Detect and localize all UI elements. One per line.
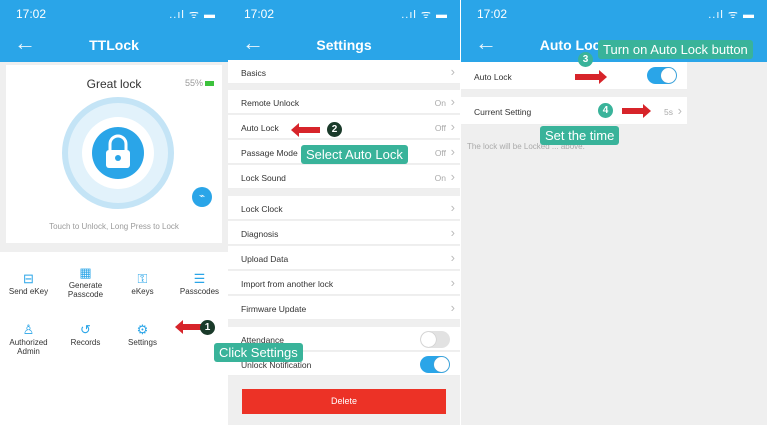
keys-icon: ⚿ [137, 271, 148, 286]
unlock-button[interactable] [62, 97, 174, 209]
auto-lock-row: Auto Lock [461, 62, 687, 90]
signal-battery-icons: ..ıl ᯤ ▬ [708, 9, 755, 21]
battery-indicator: 55% [185, 78, 214, 88]
settings-row-lock-sound[interactable]: Lock Sound On › [228, 165, 460, 189]
send-ekey-button[interactable]: ⊟ Send eKey [0, 271, 57, 296]
admin-icon: ♙ [22, 322, 35, 337]
set-time-label: Set the time [540, 126, 620, 145]
arrow-to-current-setting [622, 104, 651, 118]
chevron-right-icon: › [450, 225, 455, 240]
signal-battery-icons: ..ıl ᯤ ▬ [169, 9, 216, 21]
records-button[interactable]: ↺ Records [57, 322, 114, 347]
chevron-right-icon: › [450, 300, 455, 315]
page-title: TTLock [89, 37, 139, 53]
settings-row-diagnosis[interactable]: Diagnosis › [228, 221, 460, 245]
action-grid: ⊟ Send eKey ▦ Generate Passcode ⚿ eKeys ☰ Pa… [0, 252, 228, 425]
chevron-right-icon: › [450, 200, 455, 215]
delete-button[interactable]: Delete [242, 389, 446, 414]
status-bar: 17:02 ..ıl ᯤ ▬ [228, 0, 460, 27]
settings-row-lock-clock[interactable]: Lock Clock › [228, 196, 460, 220]
padlock-icon [92, 127, 144, 179]
select-auto-lock-label: Select Auto Lock [301, 145, 408, 164]
keypad-icon: ▦ [79, 265, 92, 280]
step-2-marker: 2 [327, 122, 342, 137]
chevron-right-icon: › [450, 94, 455, 109]
auto-lock-screen: 17:02 ..ıl ᯤ ▬ ← Auto Lock Auto Lock Cur… [461, 0, 767, 425]
authorized-admin-button[interactable]: ♙ Authorized Admin [0, 322, 57, 356]
turn-on-label: Turn on Auto Lock button [598, 40, 753, 59]
unlock-hint: Touch to Unlock, Long Press to Lock [49, 222, 179, 231]
generate-passcode-button[interactable]: ▦ Generate Passcode [57, 265, 114, 299]
page-title: Settings [316, 37, 372, 53]
nav-bar: ← TTLock [0, 27, 228, 62]
list-icon: ☰ [193, 271, 206, 286]
auto-lock-toggle[interactable] [647, 67, 677, 84]
chevron-right-icon: › [450, 275, 455, 290]
settings-row-basics[interactable]: Basics › [228, 60, 460, 84]
nav-bar: ← Settings [228, 27, 460, 62]
chevron-right-icon: › [450, 64, 455, 79]
lock-card: Great lock 55% ⌁ [6, 65, 222, 243]
chevron-right-icon: › [677, 103, 682, 118]
arrow-to-auto-lock [291, 123, 320, 137]
ekeys-button[interactable]: ⚿ eKeys [114, 271, 171, 296]
settings-row-remote-unlock[interactable]: Remote Unlock On › [228, 90, 460, 114]
attendance-toggle[interactable] [420, 331, 450, 348]
ttlock-home-screen: 17:02 ..ıl ᯤ ▬ ← TTLock Great lock 55% ⌁… [0, 0, 228, 425]
chevron-right-icon: › [450, 250, 455, 265]
settings-row-import[interactable]: Import from another lock › [228, 271, 460, 295]
step-3-marker: 3 [578, 52, 593, 67]
history-icon: ↺ [80, 322, 91, 337]
battery-icon [205, 81, 214, 87]
settings-row-upload-data[interactable]: Upload Data › [228, 246, 460, 270]
step-1-marker: 1 [200, 320, 215, 335]
settings-row-firmware[interactable]: Firmware Update › [228, 296, 460, 320]
passcodes-button[interactable]: ☰ Passcodes [171, 271, 228, 296]
click-settings-label: Click Settings [214, 343, 303, 362]
status-time: 17:02 [477, 7, 508, 21]
arrow-to-auto-lock-toggle [575, 70, 607, 84]
gear-icon: ⚙ [136, 322, 149, 337]
chevron-right-icon: › [450, 144, 455, 159]
status-bar: 17:02 ..ıl ᯤ ▬ [461, 0, 767, 27]
remote-icon[interactable]: ⌁ [192, 187, 212, 207]
settings-row-auto-lock[interactable]: Auto Lock Off › [228, 115, 460, 139]
ekey-icon: ⊟ [23, 271, 34, 286]
status-time: 17:02 [244, 7, 275, 21]
signal-battery-icons: ..ıl ᯤ ▬ [401, 9, 448, 21]
step-4-marker: 4 [598, 103, 613, 118]
status-time: 17:02 [16, 7, 47, 21]
current-setting-row[interactable]: Current Setting 5s › [461, 97, 687, 125]
chevron-right-icon: › [450, 119, 455, 134]
chevron-right-icon: › [450, 169, 455, 184]
unlock-notification-toggle[interactable] [420, 356, 450, 373]
settings-button[interactable]: ⚙ Settings [114, 322, 171, 347]
status-bar: 17:02 ..ıl ᯤ ▬ [0, 0, 228, 27]
